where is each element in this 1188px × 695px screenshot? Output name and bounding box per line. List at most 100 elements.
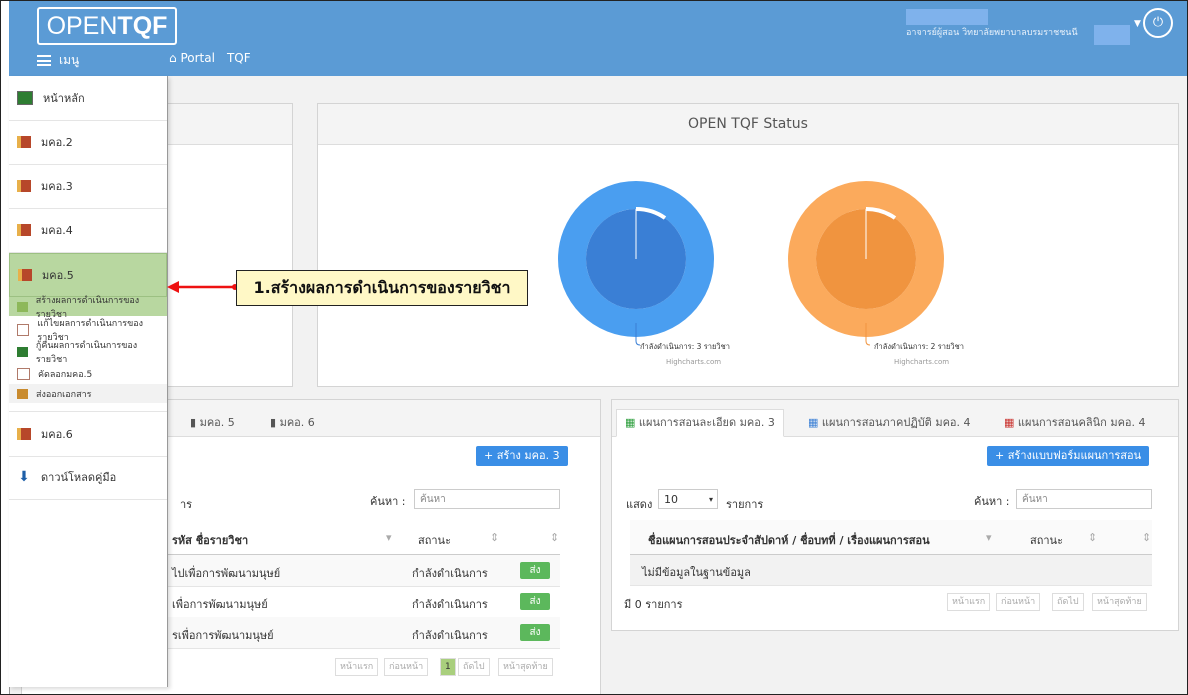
menu-item-tqf2[interactable]: มคอ.2 [9,120,167,165]
edit-icon [17,323,30,336]
user-name-redacted [906,9,988,25]
top-bar: OPENTQF เมนู ⌂ Portal TQF อาจารย์ผู้สอน … [9,1,1187,76]
pager-prev[interactable]: ก่อนหน้า [996,593,1041,611]
course-name: รเพื่อการพัฒนามนุษย์ [172,629,274,642]
power-icon[interactable]: ⏻ [1143,8,1173,38]
book-icon [17,136,31,148]
search-label: ค้นหา : [974,495,1010,508]
menu-item-download-manual[interactable]: ⬇ ดาวน์โหลดคู่มือ [9,455,167,500]
donut-1-label: กำลังดำเนินการ: 3 รายวิชา [640,342,730,351]
user-role[interactable]: อาจารย์ผู้สอน วิทยาลัยพยาบาลบรมราชชนนี [906,25,1078,39]
search-input[interactable]: ค้นหา [1016,489,1152,509]
book-icon [18,269,32,281]
status-donut-charts [558,181,944,346]
entries-label: รายการ [726,498,764,511]
calendar-icon: ▦ [1004,416,1015,429]
pager-next[interactable]: ถัดไป [1052,593,1084,611]
menu-item-tqf6[interactable]: มคอ.6 [9,411,167,457]
submenu-edit-report[interactable]: แก้ไขผลการดำเนินการของรายวิชา [9,319,167,343]
submenu-create-report[interactable]: สร้างผลการดำเนินการของรายวิชา [9,296,167,320]
tab-practical-plan[interactable]: ▦ แผนการสอนภาคปฏิบัติ มคอ. 4 [800,410,979,436]
col-status[interactable]: สถานะ [418,531,451,549]
home-icon: ⌂ [169,51,177,65]
book-icon: ▮ [190,416,197,429]
pager-next[interactable]: ถัดไป [458,658,490,676]
col-course[interactable]: รหัส ชื่อรายวิชา [172,531,248,549]
tab-tqf6[interactable]: ▮ มคอ. 6 [262,410,323,436]
menu-item-tqf5[interactable]: มคอ.5 [9,253,167,297]
create-tqf3-button[interactable]: + สร้าง มคอ. 3 [476,446,568,466]
sort-icon[interactable]: ⇕ [1142,531,1151,544]
book-open-icon [17,301,28,312]
status-panel: OPEN TQF Status กำลังดำเนินการ: 3 รายวิช… [317,103,1179,387]
book-icon: ▮ [270,416,277,429]
send-button[interactable]: ส่ง [520,624,550,641]
search-label: ค้นหา : [370,495,406,508]
tab-tqf5[interactable]: ▮ มคอ. 5 [182,410,243,436]
calendar-icon: ▦ [625,416,636,429]
chevron-down-icon: ▾ [708,495,713,504]
header-links: ⌂ Portal TQF [169,51,251,65]
menu-toggle-button[interactable]: เมนู [37,51,79,70]
pager-page-1[interactable]: 1 [440,658,456,676]
callout-arrow [167,281,238,293]
send-button[interactable]: ส่ง [520,562,550,579]
donut-1-credit: Highcharts.com [666,358,722,366]
download-icon: ⬇ [18,469,30,485]
pager-last[interactable]: หน้าสุดท้าย [498,658,553,676]
record-count: มี 0 รายการ [624,598,683,611]
pager-prev[interactable]: ก่อนหน้า [384,658,429,676]
page-size-select[interactable]: 10 ▾ [658,489,718,509]
caret-down-icon[interactable]: ▼ [1134,19,1141,29]
sort-icon[interactable]: ⇕ [550,531,559,544]
menu-item-tqf4[interactable]: มคอ.4 [9,208,167,253]
sort-icon[interactable]: ⇕ [1088,531,1097,544]
donut-2-credit: Highcharts.com [894,358,950,366]
col-plan-name[interactable]: ชื่อแผนการสอนประจำสัปดาห์ / ชื่อบทที่ / … [648,531,930,549]
app-logo[interactable]: OPENTQF [37,7,177,45]
donut-chart-2 [788,181,944,346]
side-menu: หน้าหลัก มคอ.2 มคอ.3 มคอ.4 มคอ.5 สร้างผล… [9,76,168,687]
course-status: กำลังดำเนินการ [412,629,488,642]
monitor-icon [17,346,28,357]
course-name: ไปเพื่อการพัฒนามนุษย์ [172,567,281,580]
col-status[interactable]: สถานะ [1030,531,1063,549]
hamburger-icon [37,55,51,66]
app-window: OPENTQF เมนู ⌂ Portal TQF อาจารย์ผู้สอน … [0,0,1188,695]
export-icon [17,388,28,399]
monitor-icon [17,91,33,105]
submenu-export[interactable]: ส่งออกเอกสาร [9,384,167,403]
donut-chart-1 [558,181,714,346]
menu-item-home[interactable]: หน้าหลัก [9,76,167,121]
create-lesson-plan-button[interactable]: + สร้างแบบฟอร์มแผนการสอน [987,446,1150,466]
empty-message: ไม่มีข้อมูลในฐานข้อมูล [642,566,751,579]
tqf-link[interactable]: TQF [227,51,251,65]
user-name-redacted-2 [1094,25,1130,45]
course-status: กำลังดำเนินการ [412,567,488,580]
pager-last[interactable]: หน้าสุดท้าย [1092,593,1147,611]
annotation-callout: 1.สร้างผลการดำเนินการของรายวิชา [236,270,528,306]
logo-text-bold: TQF [117,12,168,40]
tab-clinical-plan[interactable]: ▦ แผนการสอนคลินิก มคอ. 4 [996,410,1154,436]
pager-first[interactable]: หน้าแรก [335,658,379,676]
sort-icon[interactable]: ▾ [386,531,392,544]
send-button[interactable]: ส่ง [520,593,550,610]
pager-first[interactable]: หน้าแรก [947,593,991,611]
course-name: เพื่อการพัฒนามนุษย์ [172,598,268,611]
sort-icon[interactable]: ⇕ [490,531,499,544]
show-label: แสดง [626,498,653,511]
submenu-copy-tqf5[interactable]: คัดลอกมคอ.5 [9,364,167,383]
entries-suffix: าร [180,498,193,511]
calendar-icon: ▦ [808,416,819,429]
menu-label: เมนู [59,53,80,67]
course-status: กำลังดำเนินการ [412,598,488,611]
menu-item-tqf3[interactable]: มคอ.3 [9,164,167,209]
portal-link[interactable]: ⌂ Portal [169,51,215,65]
book-icon [17,180,31,192]
search-input[interactable]: ค้นหา [414,489,560,509]
tab-detailed-plan[interactable]: ▦ แผนการสอนละเอียด มคอ. 3 [616,409,784,437]
submenu-restore-report[interactable]: กู้คืนผลการดำเนินการของรายวิชา [9,341,167,365]
book-icon [17,224,31,236]
sort-icon[interactable]: ▾ [986,531,992,544]
book-icon [17,428,31,440]
